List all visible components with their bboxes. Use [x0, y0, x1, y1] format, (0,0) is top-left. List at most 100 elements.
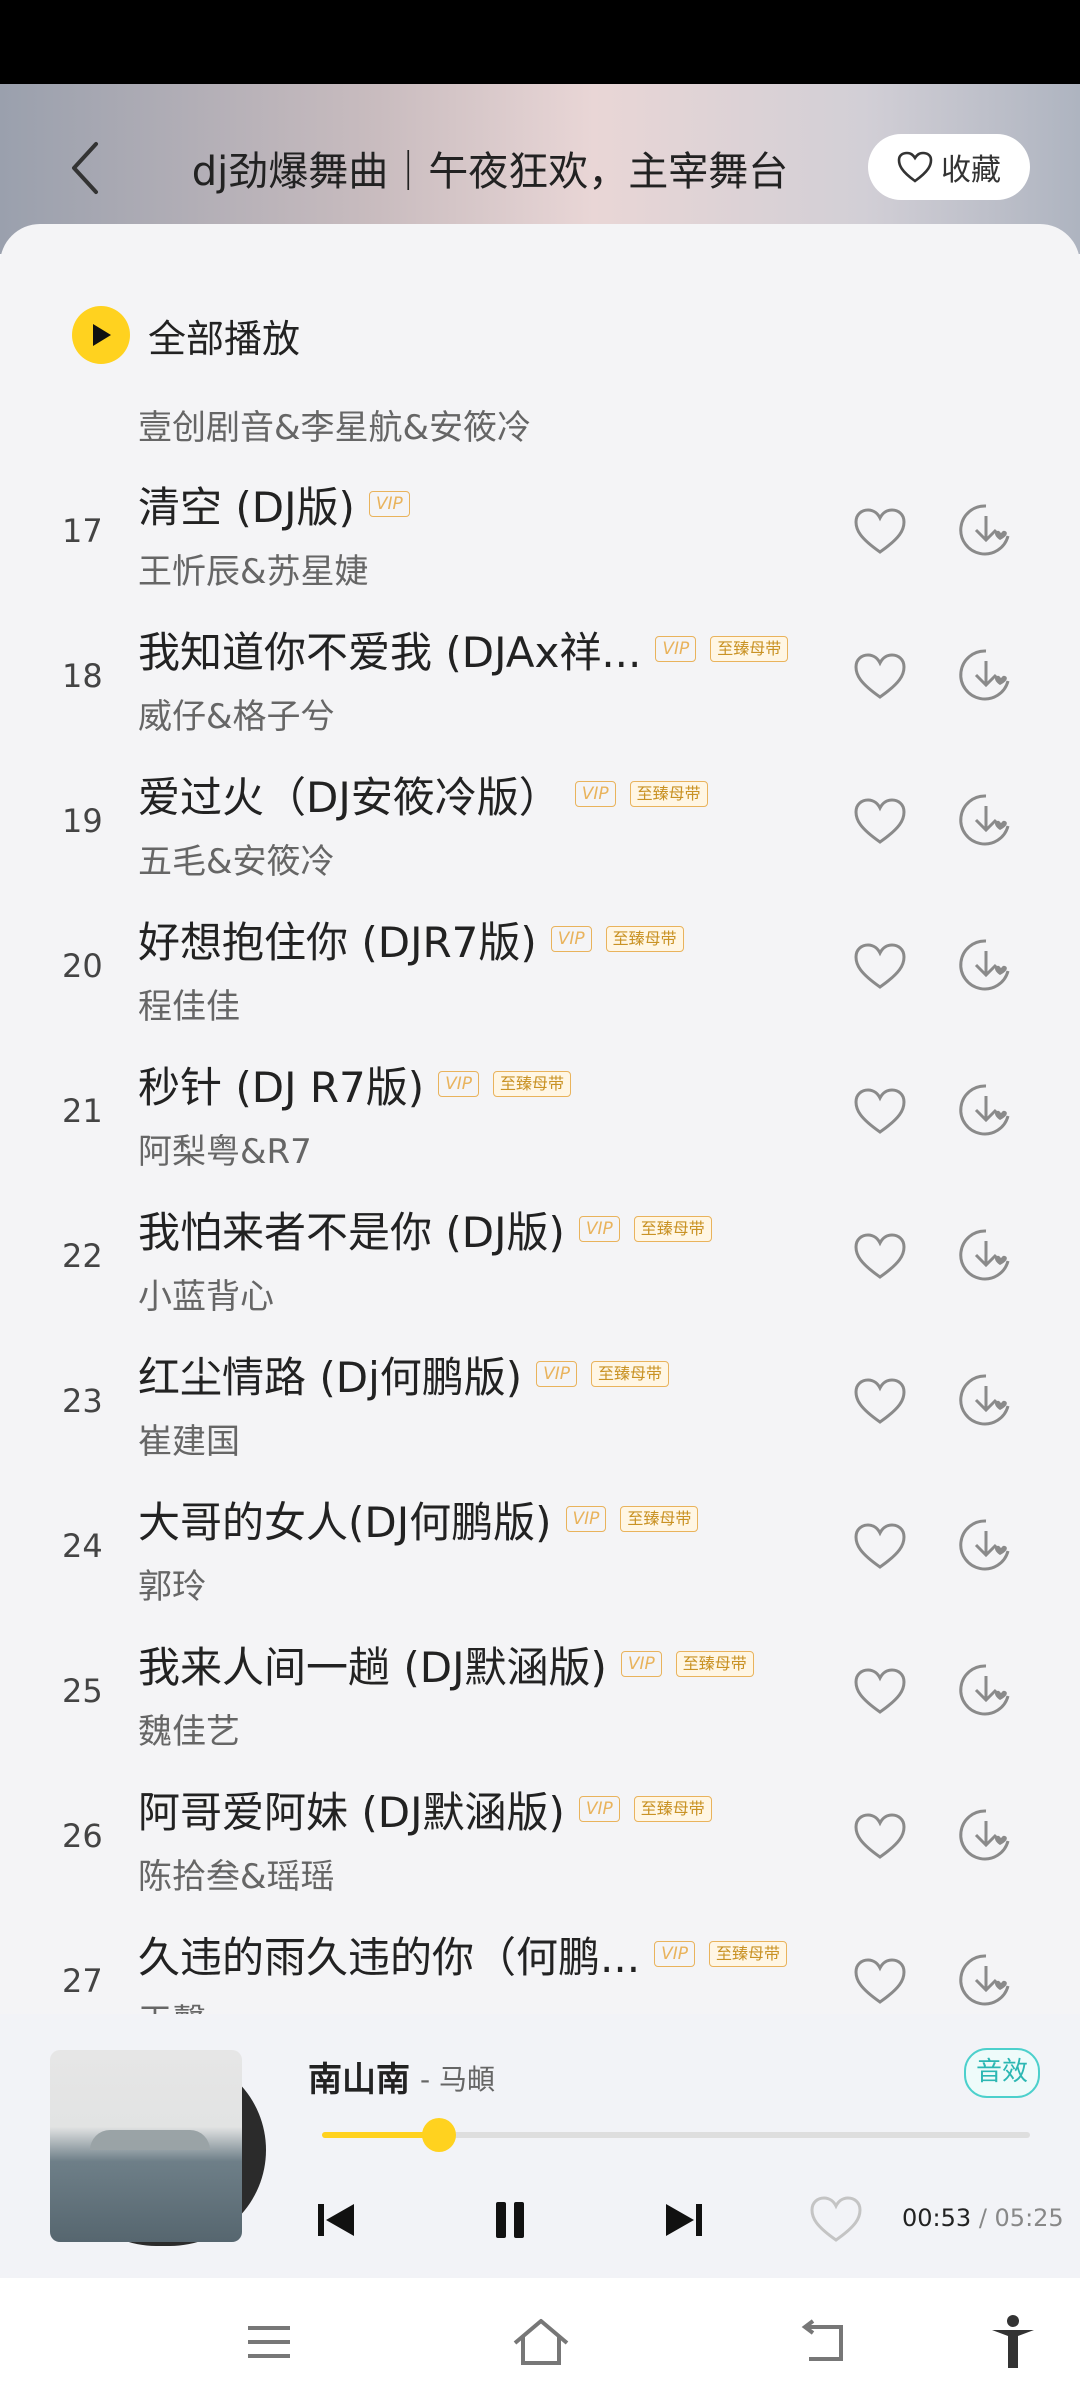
like-heart-icon[interactable]	[850, 1662, 910, 1722]
song-index: 20	[62, 947, 103, 985]
accessibility-icon	[992, 2315, 1034, 2368]
total-time: / 05:25	[978, 2204, 1064, 2232]
song-index: 21	[62, 1092, 103, 1130]
song-row[interactable]: 24 大哥的女人(DJ何鹏版) VIP 至臻母带 郭玲	[0, 1471, 1080, 1616]
favorite-playlist-button[interactable]: 收藏	[868, 134, 1030, 200]
vip-badge: VIP	[550, 926, 592, 952]
song-index: 27	[62, 1962, 103, 2000]
vip-badge: VIP	[565, 1506, 607, 1532]
song-artist: 程佳佳	[138, 987, 240, 1027]
master-quality-badge: 至臻母带	[620, 1506, 699, 1532]
song-row[interactable]: 21 秒针 (DJ R7版) VIP 至臻母带 阿梨粤&R7	[0, 1036, 1080, 1181]
like-heart-icon[interactable]	[850, 1372, 910, 1432]
song-artist: 郭玲	[138, 1567, 206, 1607]
download-icon[interactable]	[956, 1370, 1016, 1430]
heart-icon	[897, 151, 933, 183]
song-title: 好想抱住你 (DJR7版)	[138, 917, 537, 967]
like-heart-icon[interactable]	[850, 1227, 910, 1287]
next-track-icon[interactable]	[654, 2190, 714, 2250]
song-title-line: 我来人间一趟 (DJ默涵版) VIP 至臻母带	[138, 1634, 754, 1694]
like-heart-icon[interactable]	[850, 647, 910, 707]
progress-bar[interactable]	[322, 2118, 1030, 2152]
vip-badge: VIP	[438, 1071, 480, 1097]
song-artist: 崔建国	[138, 1422, 240, 1462]
play-all-label: 全部播放	[148, 316, 301, 361]
master-quality-badge: 至臻母带	[675, 1651, 754, 1677]
song-artist: 威仔&格子兮	[138, 697, 335, 737]
song-row[interactable]: 27 久违的雨久违的你（何鹏... VIP 至臻母带 王馨	[0, 1906, 1080, 2014]
like-heart-icon[interactable]	[850, 1517, 910, 1577]
like-heart-icon[interactable]	[806, 2190, 866, 2250]
sound-effect-button[interactable]: 音效	[964, 2048, 1040, 2098]
download-icon[interactable]	[956, 935, 1016, 995]
song-row[interactable]: 22 我怕来者不是你 (DJ版) VIP 至臻母带 小蓝背心	[0, 1181, 1080, 1326]
previous-track-icon[interactable]	[306, 2190, 366, 2250]
return-icon	[801, 2319, 843, 2361]
system-navigation-bar	[0, 2278, 1080, 2408]
song-row[interactable]: 17 清空 (DJ版) VIP 王忻辰&苏星婕	[0, 456, 1080, 601]
master-quality-badge: 至臻母带	[710, 636, 789, 662]
song-title: 我怕来者不是你 (DJ版)	[138, 1207, 565, 1257]
download-icon[interactable]	[956, 1515, 1016, 1575]
like-heart-icon[interactable]	[850, 1082, 910, 1142]
download-icon[interactable]	[956, 790, 1016, 850]
status-bar	[0, 0, 1080, 84]
song-title-line: 阿哥爱阿妹 (DJ默涵版) VIP 至臻母带	[138, 1779, 712, 1839]
home-icon	[513, 2319, 569, 2365]
menu-button[interactable]	[234, 2312, 304, 2372]
song-title: 我知道你不爱我 (DJAx祥...	[138, 627, 642, 677]
pause-icon[interactable]	[480, 2190, 540, 2250]
accessibility-button[interactable]	[978, 2312, 1048, 2372]
vip-badge: VIP	[654, 1941, 695, 1967]
song-row[interactable]: 26 阿哥爱阿妹 (DJ默涵版) VIP 至臻母带 陈拾叁&瑶瑶	[0, 1761, 1080, 1906]
song-row[interactable]: 20 好想抱住你 (DJR7版) VIP 至臻母带 程佳佳	[0, 891, 1080, 1036]
song-title-line: 我知道你不爱我 (DJAx祥... VIP 至臻母带	[138, 619, 789, 679]
current-time: 00:53	[902, 2204, 972, 2232]
song-artist: 小蓝背心	[138, 1277, 274, 1317]
playlist-title: dj劲爆舞曲｜午夜狂欢，主宰舞台	[191, 149, 789, 195]
song-artist: 五毛&安筱冷	[138, 842, 335, 882]
mini-player[interactable]: 南山南 - 马頔 音效 00:53 / 05:25	[0, 2014, 1080, 2278]
like-heart-icon[interactable]	[850, 937, 910, 997]
song-index: 25	[62, 1672, 103, 1710]
previous-song-artist: 壹创剧音&李星航&安筱冷	[138, 408, 532, 448]
song-title-line: 红尘情路 (Dj何鹏版) VIP 至臻母带	[138, 1344, 670, 1404]
album-cover[interactable]	[50, 2050, 242, 2242]
song-index: 24	[62, 1527, 103, 1565]
cover-art-island	[90, 2130, 210, 2150]
song-row[interactable]: 18 我知道你不爱我 (DJAx祥... VIP 至臻母带 威仔&格子兮	[0, 601, 1080, 746]
vip-badge: VIP	[574, 781, 616, 807]
download-icon[interactable]	[956, 645, 1016, 705]
back-nav-button[interactable]	[788, 2312, 858, 2372]
song-row[interactable]: 23 红尘情路 (Dj何鹏版) VIP 至臻母带 崔建国	[0, 1326, 1080, 1471]
play-all-button[interactable]: 全部播放	[72, 304, 300, 366]
download-icon[interactable]	[956, 1805, 1016, 1865]
like-heart-icon[interactable]	[850, 502, 910, 562]
master-quality-badge: 至臻母带	[591, 1361, 670, 1387]
download-icon[interactable]	[956, 1225, 1016, 1285]
song-title: 爱过火（DJ安筱冷版）	[138, 772, 561, 822]
download-icon[interactable]	[956, 1660, 1016, 1720]
home-button[interactable]	[506, 2312, 576, 2372]
progress-knob[interactable]	[421, 2118, 456, 2152]
like-heart-icon[interactable]	[850, 1952, 910, 2012]
song-index: 23	[62, 1382, 103, 1420]
vip-badge: VIP	[368, 491, 410, 517]
song-row[interactable]: 19 爱过火（DJ安筱冷版） VIP 至臻母带 五毛&安筱冷	[0, 746, 1080, 891]
song-index: 19	[62, 802, 103, 840]
master-quality-badge: 至臻母带	[633, 1796, 712, 1822]
song-index: 18	[62, 657, 103, 695]
like-heart-icon[interactable]	[850, 792, 910, 852]
song-title: 清空 (DJ版)	[138, 482, 355, 532]
song-row[interactable]: 25 我来人间一趟 (DJ默涵版) VIP 至臻母带 魏佳艺	[0, 1616, 1080, 1761]
download-icon[interactable]	[956, 500, 1016, 560]
master-quality-badge: 至臻母带	[605, 926, 684, 952]
back-button[interactable]	[56, 138, 116, 198]
song-title-line: 好想抱住你 (DJR7版) VIP 至臻母带	[138, 909, 684, 969]
now-playing-title: 南山南	[308, 2060, 410, 2100]
download-icon[interactable]	[956, 1950, 1016, 2010]
song-list: 17 清空 (DJ版) VIP 王忻辰&苏星婕 18 我知道你不爱我 (DJAx…	[0, 456, 1080, 2014]
like-heart-icon[interactable]	[850, 1807, 910, 1867]
download-icon[interactable]	[956, 1080, 1016, 1140]
song-title-line: 爱过火（DJ安筱冷版） VIP 至臻母带	[138, 764, 708, 824]
